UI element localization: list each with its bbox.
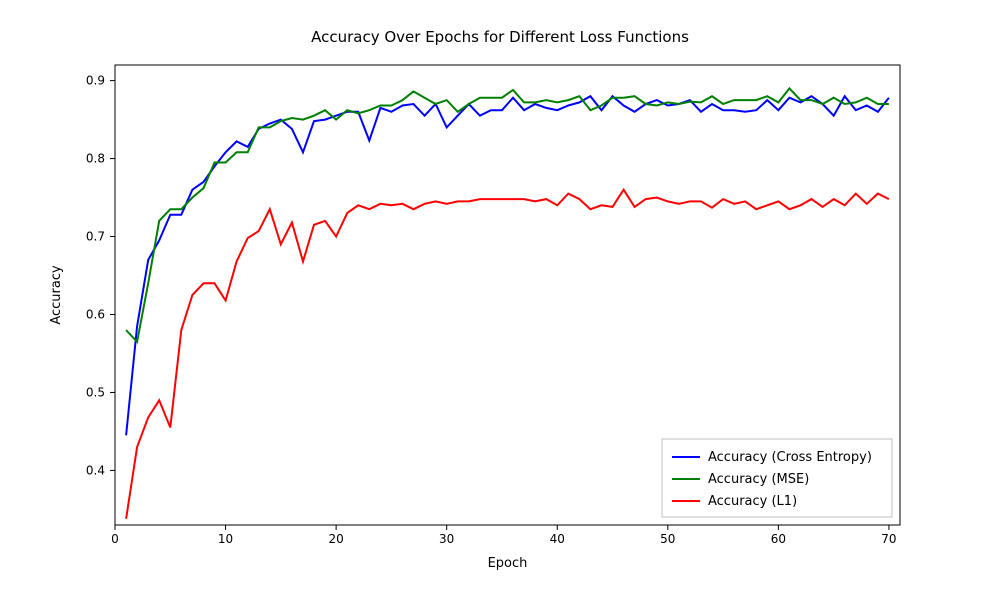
series-line-0 (126, 96, 889, 435)
legend-label: Accuracy (Cross Entropy) (708, 450, 872, 465)
chart-svg: 0102030405060700.40.50.60.70.80.9EpochAc… (0, 0, 1000, 600)
x-tick-label: 60 (771, 532, 786, 546)
x-tick-label: 0 (111, 532, 119, 546)
x-tick-label: 70 (881, 532, 896, 546)
y-tick-label: 0.4 (86, 463, 105, 477)
x-axis-label: Epoch (488, 556, 528, 571)
y-tick-label: 0.9 (86, 74, 105, 88)
legend-label: Accuracy (L1) (708, 494, 797, 509)
x-tick-label: 30 (439, 532, 454, 546)
chart-container: Accuracy Over Epochs for Different Loss … (0, 0, 1000, 600)
y-tick-label: 0.8 (86, 152, 105, 166)
y-tick-label: 0.5 (86, 385, 105, 399)
series-line-1 (126, 88, 889, 341)
y-tick-label: 0.7 (86, 230, 105, 244)
x-tick-label: 50 (660, 532, 675, 546)
y-tick-label: 0.6 (86, 307, 105, 321)
x-tick-label: 40 (550, 532, 565, 546)
y-axis-label: Accuracy (49, 265, 64, 325)
x-tick-label: 10 (218, 532, 233, 546)
x-tick-label: 20 (328, 532, 343, 546)
legend-label: Accuracy (MSE) (708, 472, 809, 487)
